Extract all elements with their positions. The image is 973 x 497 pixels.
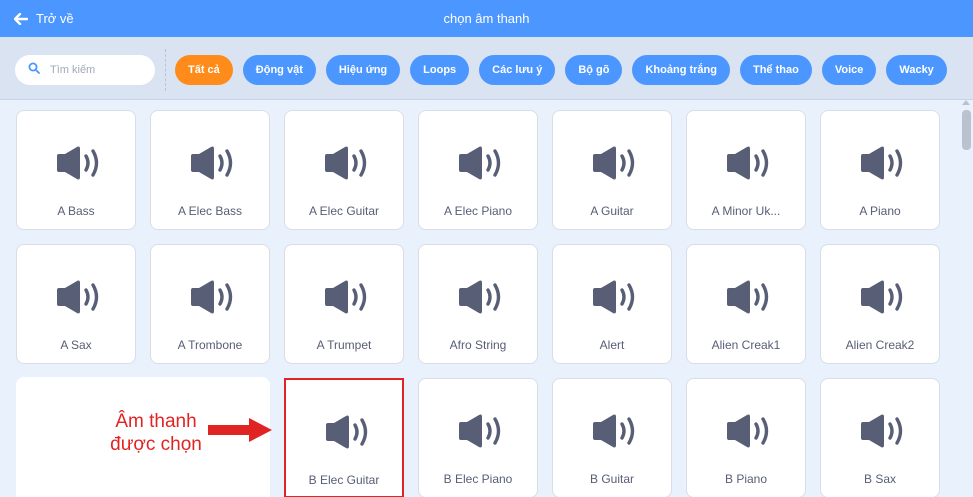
sound-tile[interactable]: A Bass	[16, 110, 136, 230]
tag-6[interactable]: Khoảng trắng	[632, 55, 730, 85]
speaker-icon	[589, 413, 639, 449]
sound-tile[interactable]: A Elec Guitar	[284, 110, 404, 230]
speaker-icon	[723, 279, 773, 315]
divider	[165, 49, 166, 91]
filter-bar: Tất cả Động vật Hiệu ứng Loops Các lưu ý Bộ g…	[0, 37, 973, 100]
sound-name: Alert	[599, 338, 625, 352]
search-input[interactable]	[50, 64, 140, 76]
sound-tile[interactable]: B Elec Guitar	[284, 378, 404, 497]
speaker-icon	[187, 279, 237, 315]
arrow-right-icon	[207, 417, 273, 448]
speaker-icon	[455, 279, 505, 315]
annotation-line-2: được chọn	[110, 434, 202, 455]
search-icon	[28, 61, 40, 79]
tag-4[interactable]: Các lưu ý	[479, 55, 556, 85]
speaker-icon	[455, 413, 505, 449]
speaker-icon	[589, 145, 639, 181]
sound-name: B Guitar	[589, 472, 634, 486]
sound-tile[interactable]: Alert	[552, 244, 672, 364]
tag-1[interactable]: Động vật	[242, 55, 316, 85]
sound-tile[interactable]: Alien Creak1	[686, 244, 806, 364]
sound-name: A Guitar	[590, 204, 634, 218]
tag-0[interactable]: Tất cả	[175, 55, 233, 85]
scrollbar[interactable]	[959, 100, 973, 497]
scroll-up-icon[interactable]	[962, 100, 970, 105]
sound-name: B Sax	[863, 472, 896, 486]
sound-name: A Minor Uk...	[711, 204, 781, 218]
speaker-icon	[187, 145, 237, 181]
sound-tile[interactable]: Alien Creak2	[820, 244, 940, 364]
sound-tile[interactable]: A Elec Bass	[150, 110, 270, 230]
selected-annotation: Âm thanh được chọn	[86, 410, 226, 456]
sound-tile[interactable]: B Guitar	[552, 378, 672, 497]
speaker-icon	[857, 413, 907, 449]
sound-tile[interactable]: Afro String	[418, 244, 538, 364]
scroll-thumb[interactable]	[962, 110, 971, 150]
header-bar: Trở về chọn âm thanh	[0, 0, 973, 37]
sound-name: A Piano	[859, 204, 901, 218]
annotation-line-1: Âm thanh	[115, 411, 197, 432]
sound-name: Afro String	[449, 338, 507, 352]
sound-tile[interactable]: A Trumpet	[284, 244, 404, 364]
sound-tile[interactable]: A Minor Uk...	[686, 110, 806, 230]
sound-name: B Elec Piano	[443, 472, 513, 486]
tag-9[interactable]: Wacky	[886, 55, 947, 85]
sound-name: A Sax	[60, 338, 92, 352]
tag-2[interactable]: Hiệu ứng	[325, 55, 401, 85]
sound-name: A Trumpet	[316, 338, 372, 352]
sound-tile[interactable]: A Guitar	[552, 110, 672, 230]
tag-3[interactable]: Loops	[410, 55, 470, 85]
sound-tile[interactable]: A Piano	[820, 110, 940, 230]
sound-name: A Elec Piano	[443, 204, 513, 218]
speaker-icon	[857, 145, 907, 181]
speaker-icon	[589, 279, 639, 315]
speaker-icon	[455, 145, 505, 181]
speaker-icon	[53, 145, 103, 181]
sound-library-window: Trở về chọn âm thanh Tất cả Động vật Hiệu …	[0, 0, 973, 497]
sound-name: B Piano	[724, 472, 768, 486]
sound-name: A Elec Bass	[177, 204, 243, 218]
sound-tile[interactable]: B Piano	[686, 378, 806, 497]
sound-tile[interactable]: B Sax	[820, 378, 940, 497]
sound-tile[interactable]: A Elec Piano	[418, 110, 538, 230]
page-title: chọn âm thanh	[443, 11, 530, 26]
sound-name: Alien Creak1	[711, 338, 781, 352]
tag-5[interactable]: Bộ gõ	[565, 55, 623, 85]
sound-tile[interactable]: A Sax	[16, 244, 136, 364]
sound-name: B Elec Guitar	[308, 473, 380, 487]
speaker-icon	[53, 279, 103, 315]
speaker-icon	[322, 414, 372, 450]
tag-8[interactable]: Voice	[821, 55, 877, 85]
sound-tile[interactable]: A Trombone	[150, 244, 270, 364]
speaker-icon	[857, 279, 907, 315]
sound-name: A Elec Guitar	[308, 204, 380, 218]
tag-7[interactable]: Thể thao	[739, 55, 812, 85]
sound-name: A Bass	[57, 204, 95, 218]
search-box[interactable]	[15, 55, 155, 85]
speaker-icon	[723, 413, 773, 449]
sound-name: A Trombone	[177, 338, 243, 352]
speaker-icon	[321, 279, 371, 315]
category-tags: Tất cả Động vật Hiệu ứng Loops Các lưu ý Bộ g…	[175, 55, 947, 85]
sound-name: Alien Creak2	[845, 338, 915, 352]
speaker-icon	[723, 145, 773, 181]
sound-tile[interactable]: B Elec Piano	[418, 378, 538, 497]
speaker-icon	[321, 145, 371, 181]
